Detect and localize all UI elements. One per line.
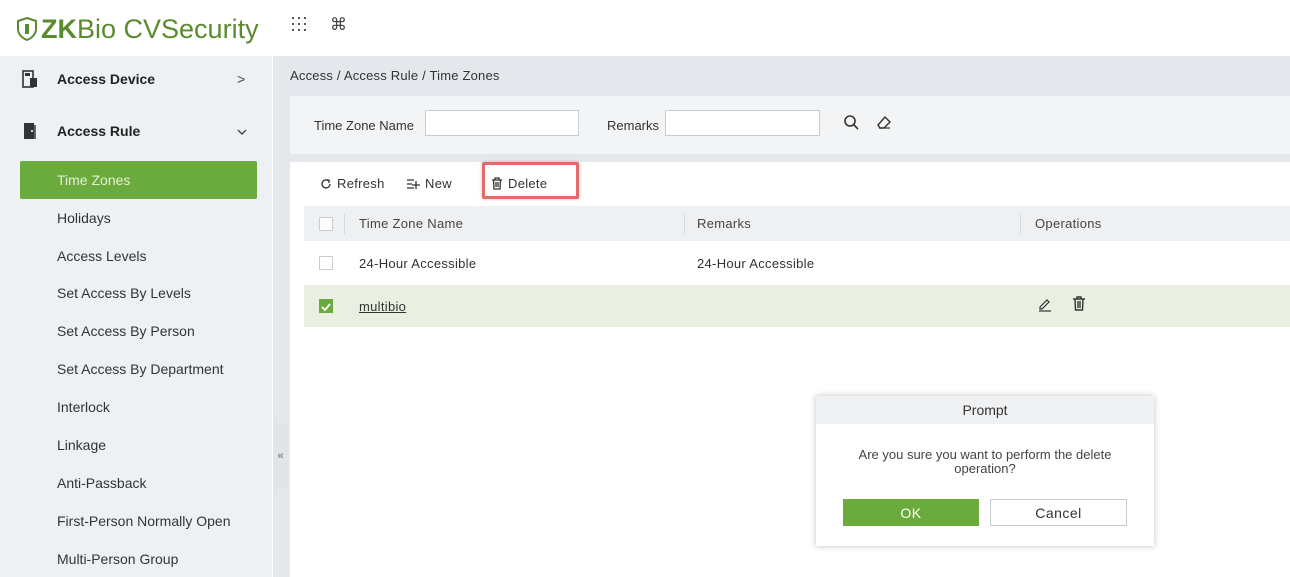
shield-logo-icon [17,17,37,41]
logo-brand: ZK [41,13,77,44]
prompt-dialog: Prompt Are you sure you want to perform … [816,396,1154,546]
sidebar-group-label: Access Device [57,71,156,87]
sidebar-group-access-rule[interactable]: Access Rule [0,108,272,154]
logo-product: Bio CVSecurity [77,13,259,44]
new-button[interactable]: New [406,176,452,191]
row-checkbox[interactable] [319,256,333,270]
time-zone-name-cell: 24-Hour Accessible [359,256,477,271]
time-zone-name-input[interactable] [425,110,579,136]
refresh-button[interactable]: Refresh [320,176,385,191]
cancel-button[interactable]: Cancel [990,499,1127,526]
sidebar-item-interlock[interactable]: Interlock [20,388,257,426]
app-logo[interactable]: ZK Bio CVSecurity [16,12,259,46]
new-label: New [425,176,452,191]
device-icon [22,70,37,88]
refresh-icon [321,178,331,189]
add-list-icon [407,178,420,189]
checkmark-icon [321,303,331,312]
search-panel: Time Zone Name Remarks [290,96,1290,154]
dialog-message: Are you sure you want to perform the del… [858,447,1112,476]
edit-icon[interactable] [1037,296,1053,315]
column-header-time-zone-name[interactable]: Time Zone Name [359,216,463,231]
ok-button[interactable]: OK [843,499,979,526]
chevron-right-icon: > [237,71,246,87]
sidebar-item-time-zones[interactable]: Time Zones [20,161,257,199]
sidebar-item-first-person-normally-open[interactable]: First-Person Normally Open [20,502,257,540]
column-header-operations: Operations [1035,216,1102,231]
remarks-cell: 24-Hour Accessible [697,256,815,271]
column-divider [684,214,685,234]
delete-highlight-annotation [482,162,579,199]
search-icon[interactable] [840,110,862,134]
column-header-remarks[interactable]: Remarks [697,216,751,231]
remarks-label: Remarks [607,118,660,133]
sidebar-item-access-levels[interactable]: Access Levels [20,237,257,275]
trash-icon[interactable] [1072,296,1086,314]
sidebar-group-access-device[interactable]: Access Device > [0,56,272,102]
sidebar-item-linkage[interactable]: Linkage [20,426,257,464]
command-icon[interactable]: ⌘ [330,15,350,35]
sidebar-group-label: Access Rule [57,123,141,139]
table-row[interactable]: 24-Hour Accessible 24-Hour Accessible [304,242,1290,284]
column-divider [344,214,345,234]
sidebar-item-holidays[interactable]: Holidays [20,199,257,237]
sidebar-collapse-handle[interactable]: « [273,423,288,489]
remarks-input[interactable] [665,110,820,136]
sidebar-item-multi-person-group[interactable]: Multi-Person Group [20,540,257,577]
eraser-icon[interactable] [873,110,895,134]
sidebar-item-set-access-by-department[interactable]: Set Access By Department [20,350,257,388]
top-bar: ZK Bio CVSecurity ⌘ [0,0,1290,56]
sidebar-item-anti-passback[interactable]: Anti-Passback [20,464,257,502]
table-header: Time Zone Name Remarks Operations [304,206,1290,241]
column-divider [1020,214,1021,234]
sidebar: Access Device > Access Rule Time Zones H… [0,56,272,577]
chevron-down-icon [237,123,247,139]
sidebar-item-set-access-by-person[interactable]: Set Access By Person [20,312,257,350]
toolbar: Refresh New Delete [290,162,1290,204]
breadcrumb: Access / Access Rule / Time Zones [290,68,500,83]
apps-grid-icon[interactable] [291,16,311,36]
sidebar-item-set-access-by-levels[interactable]: Set Access By Levels [20,274,257,312]
dialog-title: Prompt [816,396,1154,424]
time-zone-name-label: Time Zone Name [314,118,414,133]
table-row[interactable]: multibio [304,285,1290,327]
door-icon [24,123,36,139]
time-zone-name-link[interactable]: multibio [359,299,406,314]
refresh-label: Refresh [337,176,385,191]
row-checkbox-checked[interactable] [319,299,333,313]
select-all-checkbox[interactable] [319,217,333,231]
